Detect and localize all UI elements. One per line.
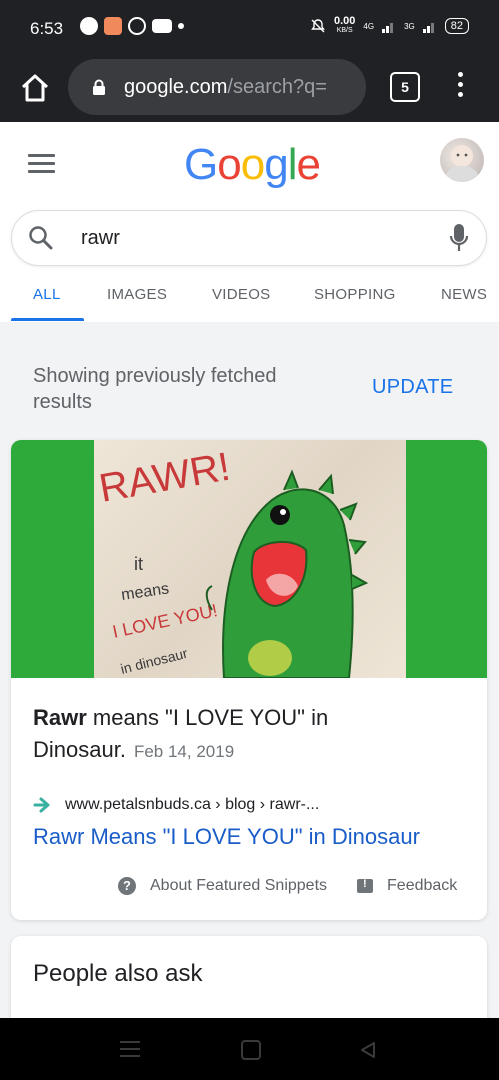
url-path: /search?q= [227,76,327,98]
logo-letter: o [217,140,242,189]
people-also-ask-card: People also ask [11,936,487,1026]
network-2-label: 3G [404,21,415,31]
feedback-link[interactable]: Feedback [387,877,457,895]
lock-icon [93,79,105,95]
sync-icon [128,17,146,35]
status-bar: 6:53 0.00 KB/S 4G 3G 82 [0,0,499,55]
home-icon[interactable] [18,71,52,105]
logo-letter: e [296,140,321,189]
about-featured-snippets-link[interactable]: About Featured Snippets [150,877,327,895]
microphone-icon[interactable] [448,222,470,254]
google-logo[interactable]: Google [184,140,321,190]
data-speed-value: 0.00 [333,15,356,27]
result-link[interactable]: Rawr Means "I LOVE YOU" in Dinosaur [33,824,420,850]
image-text-means: means [120,580,170,604]
url-host: google.com [124,76,228,98]
tab-images[interactable]: IMAGES [107,286,167,303]
image-text-love: I LOVE YOU! [111,600,220,642]
tab-all[interactable]: ALL [33,286,61,303]
tab-news[interactable]: NEWS [441,286,487,303]
site-favicon-icon [33,797,50,813]
system-navigation-bar [0,1018,499,1080]
tab-switcher-button[interactable]: 5 [390,72,420,102]
image-text-it: it [134,554,143,574]
notification-icons [80,17,184,35]
app-notification-icon [104,17,122,35]
snippet-image-band[interactable]: RAWR! it means I LOVE YOU! in dinosaur [11,440,487,678]
active-tab-indicator [11,318,84,321]
tab-shopping[interactable]: SHOPPING [314,286,396,303]
facebook-icon [80,17,98,35]
more-notifications-dot [178,23,184,29]
dinosaur-drawing: RAWR! it means I LOVE YOU! in dinosaur [96,445,369,678]
signal-2-icon [422,19,437,33]
baby-photo-icon [446,145,478,182]
recents-icon[interactable] [120,1041,140,1057]
snippet-date: Feb 14, 2019 [133,742,235,761]
mute-icon [311,19,325,33]
home-nav-icon[interactable] [241,1040,261,1060]
overflow-menu-icon[interactable] [455,72,465,102]
youtube-icon [152,19,172,33]
tab-videos[interactable]: VIDEOS [212,286,270,303]
status-indicators: 0.00 KB/S 4G 3G 82 [310,16,469,36]
people-also-ask-title: People also ask [33,960,203,987]
search-tabs: ALL IMAGES VIDEOS SHOPPING NEWS [0,270,499,323]
snippet-image[interactable]: RAWR! it means I LOVE YOU! in dinosaur [94,440,406,678]
hamburger-menu-icon[interactable] [28,154,55,174]
data-speed-unit: KB/S [336,27,353,34]
notice-text: Showing previously fetched results [33,365,277,413]
search-icon[interactable] [28,225,54,251]
search-box[interactable]: rawr [11,210,487,266]
google-header: Google [0,122,499,206]
status-time: 6:53 [30,19,64,38]
network-1-label: 4G [363,21,375,31]
data-speed: 0.00 KB/S [334,16,355,36]
snippet-footer: ? About Featured Snippets Feedback [118,877,457,895]
update-button[interactable]: UPDATE [372,376,453,399]
browser-toolbar: google.com/search?q= 5 [0,55,499,122]
back-icon[interactable] [358,1040,378,1060]
snippet-title: Rawr means "I LOVE YOU" in Dinosaur. Feb … [33,702,453,768]
search-input[interactable]: rawr [81,227,120,250]
featured-snippet-card: RAWR! it means I LOVE YOU! in dinosaur R… [11,440,487,920]
snippet-title-bold: Rawr [33,705,87,730]
source-url[interactable]: www.petalsnbuds.ca › blog › rawr-... [65,796,319,814]
logo-letter: g [264,140,289,189]
address-bar[interactable]: google.com/search?q= [68,59,366,115]
snippet-source[interactable]: www.petalsnbuds.ca › blog › rawr-... [33,794,319,816]
battery-indicator: 82 [444,18,469,34]
logo-letter: G [184,140,218,189]
avatar[interactable] [440,138,484,182]
image-text-in-dinosaur: in dinosaur [119,645,190,677]
url-text: google.com/search?q= [124,76,327,99]
feedback-icon [357,878,374,893]
signal-1-icon [382,19,396,33]
help-icon: ? [118,877,136,895]
image-text-rawr: RAWR! [96,445,233,511]
logo-letter: o [240,140,266,189]
fetched-results-notice: Showing previously fetched results UPDAT… [0,334,499,424]
